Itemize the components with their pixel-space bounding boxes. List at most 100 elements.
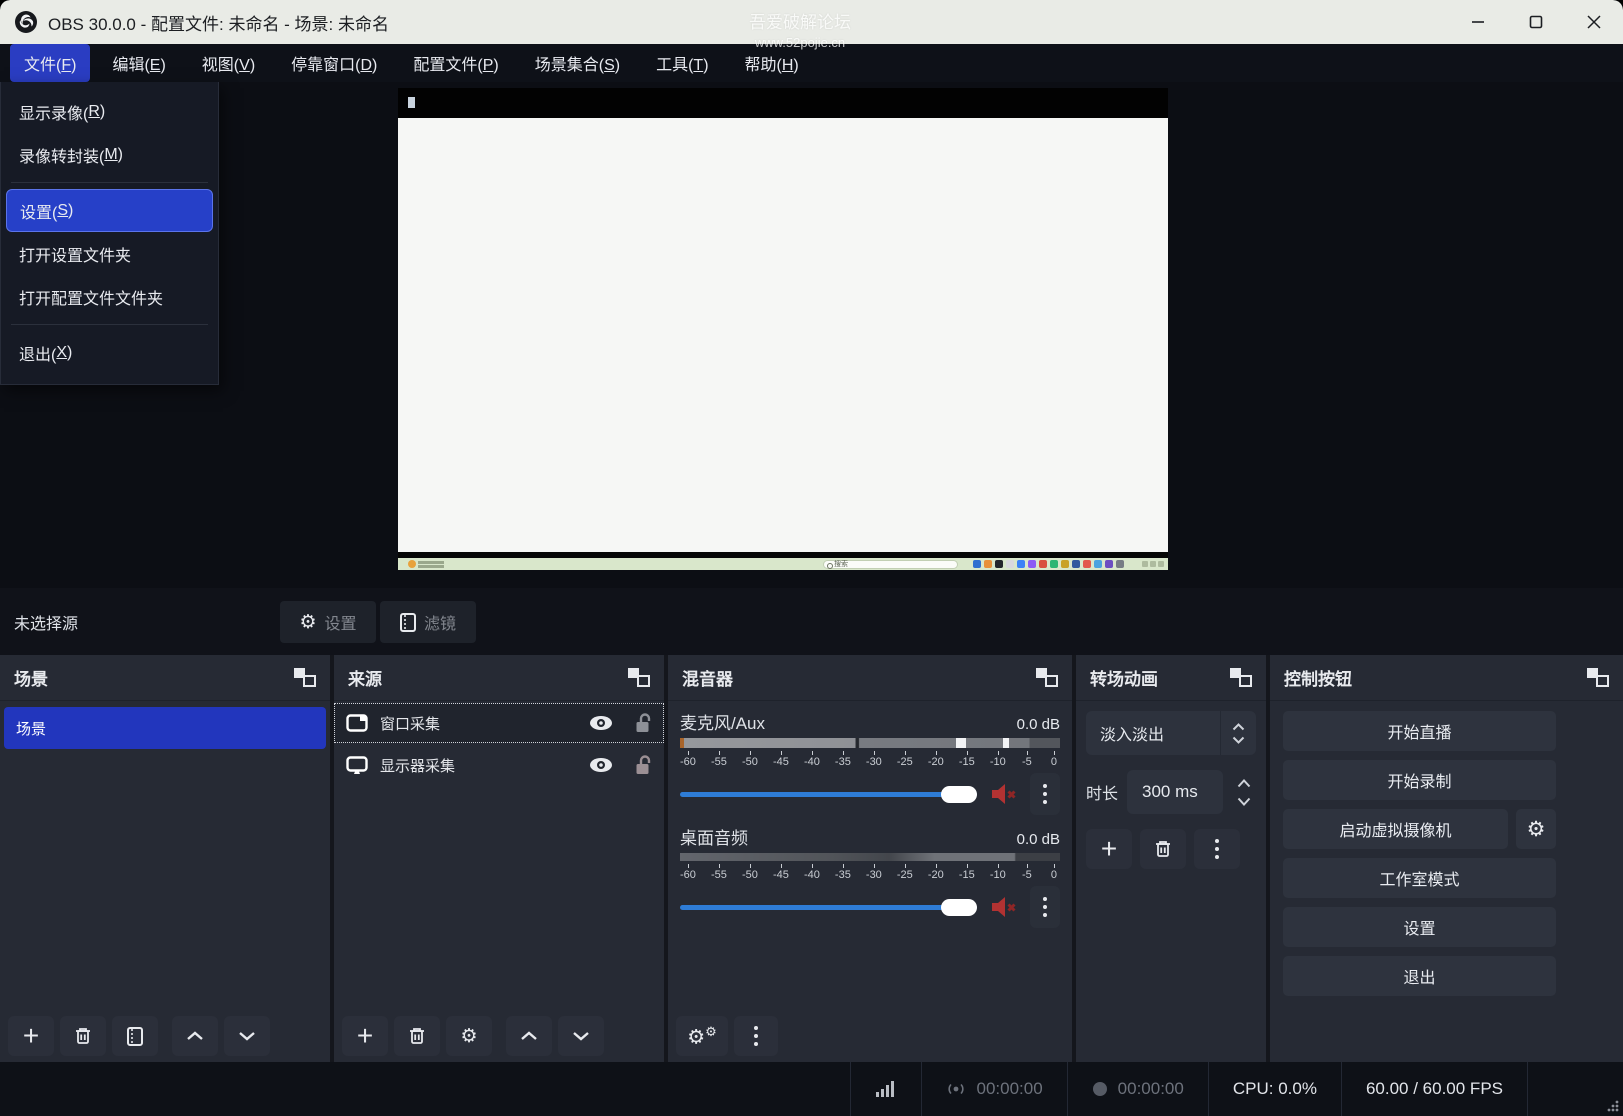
close-button[interactable] <box>1565 0 1623 44</box>
source-properties-button[interactable]: ⚙ 设置 <box>280 601 376 643</box>
double-gear-icon: ⚙⚙ <box>687 1025 717 1048</box>
cpu-usage-segment: CPU: 0.0% <box>1208 1062 1341 1116</box>
file-menu-show-settings-folder[interactable]: 打开设置文件夹 <box>1 232 218 275</box>
start-streaming-button[interactable]: 开始直播 <box>1283 711 1556 751</box>
meter-tick-label: -45 <box>773 750 789 768</box>
popout-icon[interactable] <box>1036 668 1058 687</box>
source-properties-toolbar-button[interactable]: ⚙ <box>446 1016 492 1056</box>
menu-file[interactable]: 文件(F) <box>10 44 90 82</box>
meter-scale: -60-55-50-45-40-35-30-25-20-15-10-50 <box>680 750 1060 768</box>
scenes-toolbar: + <box>8 1016 270 1056</box>
volume-slider[interactable] <box>680 905 977 910</box>
volume-slider-handle[interactable] <box>941 786 977 803</box>
popout-icon[interactable] <box>628 668 650 687</box>
trash-icon <box>407 1026 427 1046</box>
meter-tick-label: -10 <box>990 750 1006 768</box>
remove-scene-button[interactable] <box>60 1016 106 1056</box>
channel-menu-button[interactable] <box>1030 773 1060 815</box>
file-menu-settings[interactable]: 设置(S) <box>6 189 213 232</box>
meter-tick-label: -5 <box>1021 863 1033 881</box>
record-time: 00:00:00 <box>1118 1079 1184 1099</box>
start-recording-button[interactable]: 开始录制 <box>1283 760 1556 800</box>
chevron-down-icon <box>238 1031 256 1041</box>
resize-grip[interactable] <box>1606 1099 1620 1113</box>
source-row-display-capture[interactable]: 显示器采集 <box>334 745 664 785</box>
taskbar-app-icon <box>1006 560 1014 568</box>
settings-button[interactable]: 设置 <box>1283 907 1556 947</box>
file-menu-show-profile-folder[interactable]: 打开配置文件文件夹 <box>1 275 218 318</box>
mute-speaker-icon[interactable] <box>990 782 1017 806</box>
move-scene-down-button[interactable] <box>224 1016 270 1056</box>
unlock-icon[interactable] <box>635 755 652 776</box>
scene-filters-button[interactable] <box>112 1016 158 1056</box>
transitions-dock: 转场动画 淡入淡出 时长 300 ms <box>1076 655 1266 1062</box>
meter-tick-label: -55 <box>711 750 727 768</box>
meter-tick-label: -35 <box>835 750 851 768</box>
volume-slider-handle[interactable] <box>941 899 977 916</box>
menu-separator <box>1 318 218 331</box>
menu-tools[interactable]: 工具(T) <box>642 44 722 82</box>
plus-icon: + <box>357 1022 373 1050</box>
popout-icon[interactable] <box>1587 668 1609 687</box>
minimize-button[interactable] <box>1449 0 1507 44</box>
menu-view[interactable]: 视图(V) <box>188 44 269 82</box>
add-transition-button[interactable]: + <box>1086 829 1132 869</box>
visibility-eye-icon[interactable] <box>589 715 613 731</box>
meter-tick-label: -45 <box>773 863 789 881</box>
channel-name: 麦克风/Aux <box>680 709 765 734</box>
popout-icon[interactable] <box>294 668 316 687</box>
preview-canvas[interactable]: 搜索 <box>398 88 1168 570</box>
scene-list-item[interactable]: 场景 <box>4 707 326 749</box>
channel-menu-button[interactable] <box>1030 886 1060 928</box>
window-title: OBS 30.0.0 - 配置文件: 未命名 - 场景: 未命名 <box>48 10 389 35</box>
remove-transition-button[interactable] <box>1140 829 1186 869</box>
taskbar-app-icon <box>1116 560 1124 568</box>
advanced-audio-button[interactable]: ⚙⚙ <box>676 1016 728 1056</box>
meter-tick-label: -50 <box>742 750 758 768</box>
transition-select-spinner[interactable] <box>1220 711 1256 755</box>
file-menu-exit[interactable]: 退出(X) <box>1 331 218 374</box>
file-menu-show-recordings[interactable]: 显示录像(R) <box>1 90 218 133</box>
meter-tick-label: -60 <box>680 863 696 881</box>
menu-edit[interactable]: 编辑(E) <box>98 44 179 82</box>
mixer-menu-button[interactable] <box>734 1016 778 1056</box>
menu-help[interactable]: 帮助(H) <box>731 44 813 82</box>
mute-speaker-icon[interactable] <box>990 895 1017 919</box>
transition-properties-button[interactable] <box>1194 829 1240 869</box>
source-row-window-capture[interactable]: 窗口采集 <box>334 703 664 743</box>
visibility-eye-icon[interactable] <box>589 757 613 773</box>
unlock-icon[interactable] <box>635 713 652 734</box>
chevron-up-icon <box>1232 723 1245 731</box>
signal-bars-icon <box>875 1080 897 1098</box>
duration-spinner[interactable] <box>1232 779 1256 806</box>
studio-mode-button[interactable]: 工作室模式 <box>1283 858 1556 898</box>
stream-time-segment: 00:00:00 <box>921 1062 1066 1116</box>
exit-button[interactable]: 退出 <box>1283 956 1556 996</box>
file-menu-remux[interactable]: 录像转封装(M) <box>1 133 218 176</box>
source-filters-button[interactable]: 滤镜 <box>380 601 476 643</box>
meter-tick-label: -60 <box>680 750 696 768</box>
scenes-dock: 场景 场景 + <box>0 655 330 1062</box>
move-source-down-button[interactable] <box>558 1016 604 1056</box>
move-source-up-button[interactable] <box>506 1016 552 1056</box>
trash-icon <box>1153 839 1173 859</box>
move-scene-up-button[interactable] <box>172 1016 218 1056</box>
captured-system-tray <box>1142 561 1164 567</box>
duration-spinbox[interactable]: 300 ms <box>1127 770 1223 814</box>
transition-select[interactable]: 淡入淡出 <box>1086 711 1256 755</box>
volume-slider[interactable] <box>680 792 977 797</box>
virtual-camera-config-button[interactable]: ⚙ <box>1516 809 1556 849</box>
popout-icon[interactable] <box>1230 668 1252 687</box>
menu-profile[interactable]: 配置文件(P) <box>399 44 512 82</box>
menu-scene-collection[interactable]: 场景集合(S) <box>521 44 634 82</box>
meter-tick-label: -15 <box>959 863 975 881</box>
menu-docks[interactable]: 停靠窗口(D) <box>277 44 391 82</box>
maximize-button[interactable] <box>1507 0 1565 44</box>
add-source-button[interactable]: + <box>342 1016 388 1056</box>
transitions-toolbar: + <box>1086 829 1256 869</box>
display-capture-icon <box>346 756 368 775</box>
remove-source-button[interactable] <box>394 1016 440 1056</box>
start-virtual-camera-button[interactable]: 启动虚拟摄像机 <box>1283 809 1508 849</box>
add-scene-button[interactable]: + <box>8 1016 54 1056</box>
channel-name: 桌面音频 <box>680 824 748 849</box>
